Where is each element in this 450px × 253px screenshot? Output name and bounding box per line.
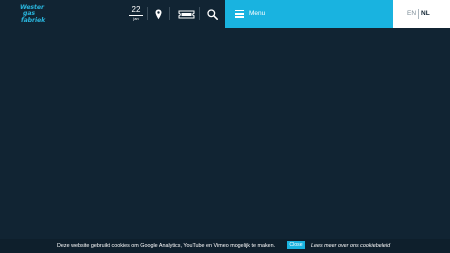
language-switcher: EN NL: [393, 0, 450, 28]
language-nl-link[interactable]: NL: [421, 10, 430, 18]
westergasfabriek-logo[interactable]: Wester gas fabriek: [20, 4, 50, 25]
today-date-button[interactable]: 22 jan: [129, 6, 143, 22]
location-button[interactable]: [154, 5, 163, 23]
header-divider: [169, 7, 170, 20]
search-button[interactable]: [206, 5, 218, 23]
search-icon: [206, 8, 218, 20]
header-divider: [147, 7, 148, 20]
tickets-button[interactable]: [177, 5, 195, 23]
language-divider: [418, 9, 419, 19]
logo-line-3: fabriek: [21, 16, 46, 24]
cookie-close-button[interactable]: Close: [287, 241, 305, 249]
date-month: jan: [133, 16, 139, 21]
cookie-banner: Deze website gebruikt cookies om Google …: [0, 239, 450, 253]
header-divider: [199, 7, 200, 20]
page: Wester gas fabriek 22 jan Menu EN NL Dez…: [0, 0, 450, 253]
cookie-message: Deze website gebruikt cookies om Google …: [57, 243, 276, 249]
site-header: Wester gas fabriek 22 jan Menu EN NL: [0, 0, 450, 28]
location-pin-icon: [155, 9, 162, 19]
menu-label: Menu: [249, 10, 266, 17]
ticket-icon: [178, 10, 194, 18]
menu-toggle[interactable]: Menu: [225, 0, 393, 28]
hamburger-icon: [235, 10, 244, 18]
date-day: 22: [129, 6, 143, 16]
language-en-link[interactable]: EN: [407, 10, 416, 18]
cookie-policy-link[interactable]: Lees meer over ons cookiebeleid: [311, 242, 390, 250]
